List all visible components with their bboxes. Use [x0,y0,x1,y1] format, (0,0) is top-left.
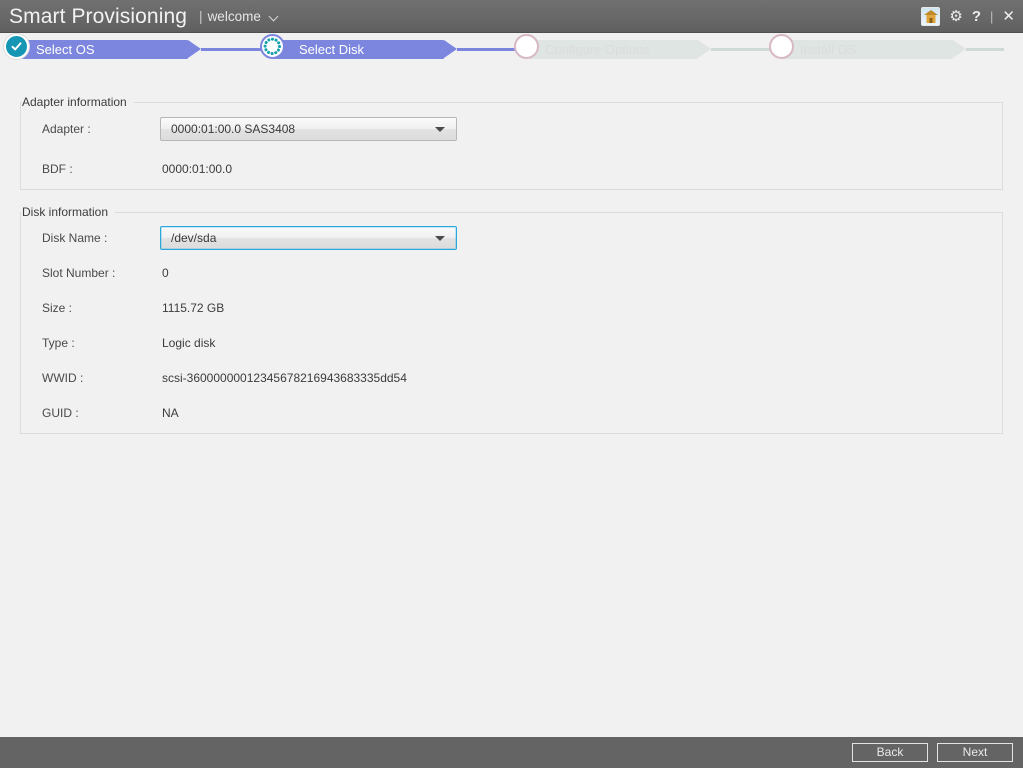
step-label-install-os[interactable]: Install OS [800,40,856,59]
user-menu[interactable]: | welcome [199,9,279,24]
disk-name-select[interactable]: /dev/sda [160,226,457,250]
disk-information-title: Disk information [22,205,116,219]
close-icon[interactable]: ✕ [1002,9,1015,24]
bdf-row: BDF : 0000:01:00.0 [20,158,1003,180]
next-button[interactable]: Next [937,743,1013,762]
step-icon-select-os [4,34,29,59]
adapter-information-group: Adapter information Adapter : 0000:01:00… [20,95,1003,190]
wwid-row: WWID : scsi-3600000001234567821694368333… [20,367,1003,389]
bdf-label: BDF : [42,162,73,176]
back-button[interactable]: Back [852,743,928,762]
chevron-down-icon [270,12,279,21]
adapter-row: Adapter : 0000:01:00.0 SAS3408 [20,117,1003,141]
help-icon[interactable]: ? [972,9,981,24]
titlebar-divider: | [990,9,994,24]
footer-bar: Back Next [0,737,1023,768]
chevron-down-icon [435,127,445,132]
disk-name-select-value: /dev/sda [171,231,217,245]
main-content: Adapter information Adapter : 0000:01:00… [0,87,1023,737]
slot-number-row: Slot Number : 0 [20,262,1003,284]
size-value: 1115.72 GB [162,301,225,315]
guid-row: GUID : NA [20,402,1003,424]
size-label: Size : [42,301,73,315]
type-row: Type : Logic disk [20,332,1003,354]
step-label-configure-options[interactable]: Configure Options [545,40,650,59]
step-icon-select-disk [260,34,285,59]
slot-number-value: 0 [162,266,169,280]
bdf-value: 0000:01:00.0 [162,162,233,176]
step-icon-install-os [769,34,794,59]
adapter-select[interactable]: 0000:01:00.0 SAS3408 [160,117,457,141]
app-title: Smart Provisioning [9,4,188,28]
type-value: Logic disk [162,336,216,350]
chevron-down-icon [435,236,445,241]
wizard-stepper: Select OS Select Disk Configure Options … [0,34,1023,87]
disk-information-group: Disk information Disk Name : /dev/sda Sl… [20,205,1003,440]
disk-name-row: Disk Name : /dev/sda [20,226,1003,250]
home-icon[interactable] [921,7,941,26]
disk-name-label: Disk Name : [42,231,108,245]
gear-icon[interactable]: ⚙ [949,9,962,24]
guid-value: NA [162,406,179,420]
step-label-select-disk[interactable]: Select Disk [299,40,364,59]
titlebar-actions: ⚙ ? | ✕ [921,0,1015,33]
type-label: Type : [42,336,75,350]
size-row: Size : 1115.72 GB [20,297,1003,319]
guid-label: GUID : [42,406,79,420]
title-separator: | [199,8,203,24]
wwid-value: scsi-36000000012345678216943683335dd54 [162,371,407,385]
adapter-information-title: Adapter information [22,95,134,109]
wwid-label: WWID : [42,371,84,385]
slot-number-label: Slot Number : [42,266,116,280]
adapter-select-value: 0000:01:00.0 SAS3408 [171,122,296,136]
user-menu-label: welcome [207,8,261,24]
adapter-label: Adapter : [42,122,91,136]
title-bar: Smart Provisioning | welcome ⚙ ? | ✕ [0,0,1023,33]
step-icon-configure-options [514,34,539,59]
step-label-select-os[interactable]: Select OS [36,40,95,59]
